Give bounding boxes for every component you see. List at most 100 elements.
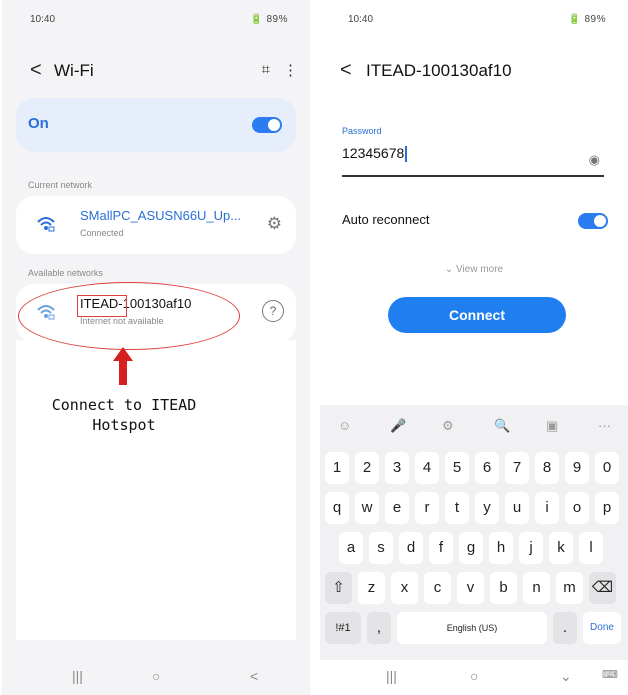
wifi-on-label: On — [28, 115, 49, 132]
key-7[interactable]: 7 — [505, 452, 529, 484]
space-key[interactable]: English (US) — [397, 612, 547, 644]
status-time: 10:40 — [348, 14, 374, 25]
home-icon[interactable]: ○ — [152, 668, 160, 684]
wifi-toggle[interactable] — [252, 117, 282, 133]
password-value: 12345678 — [342, 145, 405, 161]
keyboard-switch-icon[interactable]: ⌨ — [602, 668, 618, 681]
arrow-up-icon — [113, 347, 133, 361]
key-d[interactable]: d — [399, 532, 423, 564]
settings-icon[interactable]: ⚙ — [442, 418, 454, 434]
key-l[interactable]: l — [579, 532, 603, 564]
current-network-label: Current network — [28, 180, 93, 190]
highlight-box — [77, 295, 127, 317]
clipboard-icon[interactable]: ▣ — [546, 418, 558, 434]
page-title: Wi-Fi — [54, 61, 94, 80]
key-y[interactable]: y — [475, 492, 499, 524]
key-0[interactable]: 0 — [595, 452, 619, 484]
current-network-name: SMallPC_ASUSN66U_Up... — [80, 208, 242, 223]
nav-back-icon[interactable]: < — [250, 668, 258, 684]
wifi-icon — [37, 217, 55, 232]
password-label: Password — [342, 126, 382, 136]
title-bar: < Wi-Fi ⌗ ⋮ — [2, 56, 310, 90]
key-r[interactable]: r — [415, 492, 439, 524]
connect-button[interactable]: Connect — [388, 297, 566, 333]
keyboard-toolbar: ☺ 🎤 ⚙ 🔍 ▣ ··· — [320, 405, 628, 449]
status-icons: 🔋 89% — [568, 14, 606, 25]
status-icons: 🔋 89% — [250, 14, 288, 25]
home-icon[interactable]: ○ — [470, 668, 478, 684]
auto-reconnect-label: Auto reconnect — [342, 212, 430, 227]
arrow-stem — [119, 361, 127, 385]
keyboard: ☺ 🎤 ⚙ 🔍 ▣ ··· 1 2 3 4 5 6 7 8 9 0 q w e r t y u i o p a s d f g h j k l ⇧ z… — [320, 405, 628, 660]
hide-keyboard-icon[interactable]: ⌄ — [560, 668, 572, 685]
key-9[interactable]: 9 — [565, 452, 589, 484]
key-z[interactable]: z — [358, 572, 385, 604]
key-2[interactable]: 2 — [355, 452, 379, 484]
key-i[interactable]: i — [535, 492, 559, 524]
more-options-icon[interactable]: ⋮ — [283, 61, 298, 79]
password-underline — [342, 175, 604, 177]
show-password-icon[interactable]: ◉ — [589, 152, 600, 168]
back-icon[interactable]: < — [340, 59, 352, 82]
key-c[interactable]: c — [424, 572, 451, 604]
search-icon[interactable]: 🔍 — [494, 418, 510, 434]
key-s[interactable]: s — [369, 532, 393, 564]
page-title: ITEAD-100130af10 — [366, 61, 512, 80]
key-x[interactable]: x — [391, 572, 418, 604]
shift-key-icon[interactable]: ⇧ — [325, 572, 352, 604]
qr-scan-icon[interactable]: ⌗ — [262, 61, 270, 78]
key-h[interactable]: h — [489, 532, 513, 564]
key-n[interactable]: n — [523, 572, 550, 604]
key-q[interactable]: q — [325, 492, 349, 524]
recent-apps-icon[interactable]: ||| — [386, 668, 397, 684]
wifi-toggle-row[interactable]: On — [16, 98, 296, 152]
comma-key[interactable]: , — [367, 612, 391, 644]
done-key[interactable]: Done — [583, 612, 621, 644]
key-j[interactable]: j — [519, 532, 543, 564]
current-network-status: Connected — [80, 228, 124, 238]
key-w[interactable]: w — [355, 492, 379, 524]
available-networks-label: Available networks — [28, 268, 103, 278]
key-u[interactable]: u — [505, 492, 529, 524]
status-time: 10:40 — [30, 14, 56, 25]
network-password-screen: 10:40 🔋 89% < ITEAD-100130af10 Password … — [320, 0, 628, 695]
wifi-settings-screen: 10:40 🔋 89% < Wi-Fi ⌗ ⋮ On Current netwo… — [2, 0, 310, 695]
key-k[interactable]: k — [549, 532, 573, 564]
gear-icon[interactable]: ⚙ — [267, 214, 282, 234]
key-3[interactable]: 3 — [385, 452, 409, 484]
symbols-key[interactable]: !#1 — [325, 612, 361, 644]
key-4[interactable]: 4 — [415, 452, 439, 484]
key-e[interactable]: e — [385, 492, 409, 524]
key-o[interactable]: o — [565, 492, 589, 524]
emoji-icon[interactable]: ☺ — [338, 418, 351, 433]
view-more-link[interactable]: ⌄ View more — [320, 264, 628, 275]
back-icon[interactable]: < — [30, 59, 42, 82]
status-bar: 10:40 🔋 89% — [2, 10, 310, 28]
key-p[interactable]: p — [595, 492, 619, 524]
highlight-ellipse — [18, 282, 240, 350]
auto-reconnect-toggle[interactable] — [578, 213, 608, 229]
annotation-text: Connect to ITEAD Hotspot — [24, 395, 224, 435]
key-6[interactable]: 6 — [475, 452, 499, 484]
key-m[interactable]: m — [556, 572, 583, 604]
key-8[interactable]: 8 — [535, 452, 559, 484]
current-network-item[interactable]: SMallPC_ASUSN66U_Up... Connected ⚙ — [16, 196, 296, 254]
key-g[interactable]: g — [459, 532, 483, 564]
nav-bar: ||| ○ < — [2, 660, 310, 695]
key-b[interactable]: b — [490, 572, 517, 604]
microphone-icon[interactable]: 🎤 — [390, 418, 406, 434]
backspace-key-icon[interactable]: ⌫ — [589, 572, 616, 604]
key-5[interactable]: 5 — [445, 452, 469, 484]
key-v[interactable]: v — [457, 572, 484, 604]
period-key[interactable]: . — [553, 612, 577, 644]
key-a[interactable]: a — [339, 532, 363, 564]
key-t[interactable]: t — [445, 492, 469, 524]
annotation-line2: Hotspot — [92, 416, 156, 434]
status-bar: 10:40 🔋 89% — [320, 10, 628, 28]
help-icon[interactable]: ? — [262, 300, 284, 322]
key-f[interactable]: f — [429, 532, 453, 564]
password-field[interactable]: 12345678 — [342, 145, 407, 163]
more-icon[interactable]: ··· — [598, 418, 611, 433]
recent-apps-icon[interactable]: ||| — [72, 668, 83, 684]
key-1[interactable]: 1 — [325, 452, 349, 484]
